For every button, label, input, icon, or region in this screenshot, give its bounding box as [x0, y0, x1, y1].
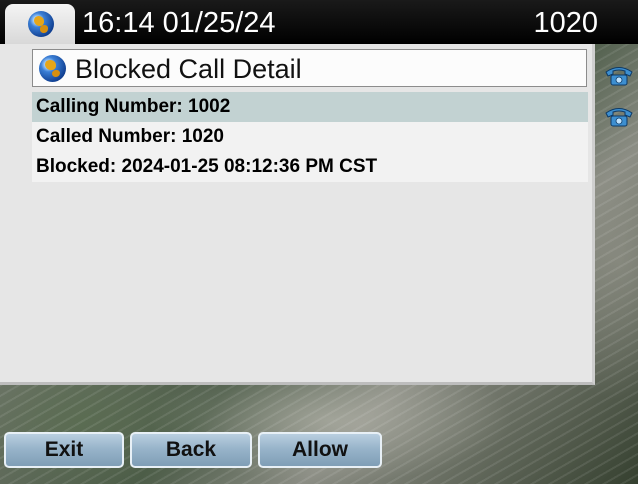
allow-button[interactable]: Allow	[258, 432, 382, 468]
detail-list: Calling Number: 1002 Called Number: 1020…	[32, 92, 588, 182]
status-bar: 16:14 01/25/24 1020	[0, 0, 638, 44]
status-datetime: 16:14 01/25/24	[82, 7, 276, 39]
line-key-1[interactable]	[604, 64, 634, 86]
list-item-called-number[interactable]: Called Number: 1020	[32, 122, 588, 152]
list-item-blocked-time[interactable]: Blocked: 2024-01-25 08:12:36 PM CST	[32, 152, 588, 182]
list-item-calling-number[interactable]: Calling Number: 1002	[32, 92, 588, 122]
softkey-bar: Exit Back Allow	[0, 432, 638, 484]
back-button[interactable]: Back	[130, 432, 252, 468]
blocked-call-detail-window: Blocked Call Detail Calling Number: 1002…	[0, 44, 595, 385]
exit-button[interactable]: Exit	[4, 432, 124, 468]
phone-icon	[605, 67, 633, 86]
app-tab[interactable]	[5, 4, 75, 44]
window-title: Blocked Call Detail	[75, 54, 302, 84]
line-key-2[interactable]	[604, 105, 634, 127]
window-title-bar: Blocked Call Detail	[32, 49, 587, 87]
status-extension: 1020	[533, 7, 598, 39]
phone-icon	[605, 108, 633, 127]
globe-icon	[28, 11, 54, 37]
globe-icon	[39, 55, 66, 82]
